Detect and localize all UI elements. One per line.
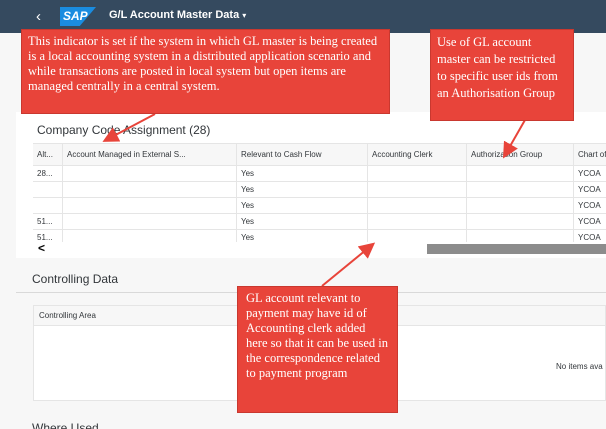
table-cell [63,214,237,229]
table-cell [63,182,237,197]
callout-local-system: This indicator is set if the system in w… [21,29,390,114]
table-cell: 28... [33,166,63,181]
column-header[interactable]: Account Managed in External S... [63,144,237,165]
table-row[interactable]: Yes YCOA [33,198,606,214]
table-row[interactable]: Yes YCOA [33,182,606,198]
table-cell [33,198,63,213]
table-cell [33,182,63,197]
back-button[interactable]: ‹ [36,8,50,25]
horizontal-scrollbar-thumb[interactable] [427,244,606,254]
table-cell [368,214,467,229]
table-cell [63,166,237,181]
column-header[interactable]: Alt... [33,144,63,165]
table-cell [467,214,574,229]
table-cell [467,182,574,197]
table-cell [467,166,574,181]
scroll-left-icon[interactable]: < [38,242,45,254]
table-header-row: Alt... Account Managed in External S... … [33,144,606,166]
table-row[interactable]: 51... Yes YCOA [33,214,606,230]
table-cell: YCOA [578,217,601,226]
table-cell [368,198,467,213]
chevron-left-icon: ‹ [36,8,41,25]
where-used-section-title: Where Used [32,421,99,429]
callout-authorization-group: Use of GL account master can be restrict… [430,29,574,121]
table-cell [63,198,237,213]
table-cell [368,182,467,197]
no-items-text: No items ava [556,362,603,371]
callout-accounting-clerk: GL account relevant to payment may have … [237,286,398,413]
table-cell: YCOA [578,185,601,194]
column-header[interactable]: Authorization Group [467,144,574,165]
sap-logo[interactable]: SAP [60,7,96,26]
column-header[interactable]: Relevant to Cash Flow [237,144,368,165]
column-header[interactable]: Chart of Accoun [574,144,606,165]
table-cell: YCOA [578,201,601,210]
table-cell: Yes [237,214,368,229]
table-cell [467,198,574,213]
chevron-down-icon: ▾ [242,11,247,20]
table-cell: 51... [33,214,63,229]
app-title: G/L Account Master Data [109,9,240,21]
column-header[interactable]: Accounting Clerk [368,144,467,165]
app-title-menu[interactable]: G/L Account Master Data ▾ [109,9,246,21]
table-cell: Yes [237,166,368,181]
table-row[interactable]: 28... Yes YCOA [33,166,606,182]
company-code-section-title: Company Code Assignment (28) [37,123,211,137]
controlling-section-title: Controlling Data [32,272,119,286]
table-cell: Yes [237,182,368,197]
company-code-table: Alt... Account Managed in External S... … [33,143,606,246]
table-cell: Yes [237,198,368,213]
table-cell: YCOA [578,169,601,178]
table-cell [368,166,467,181]
